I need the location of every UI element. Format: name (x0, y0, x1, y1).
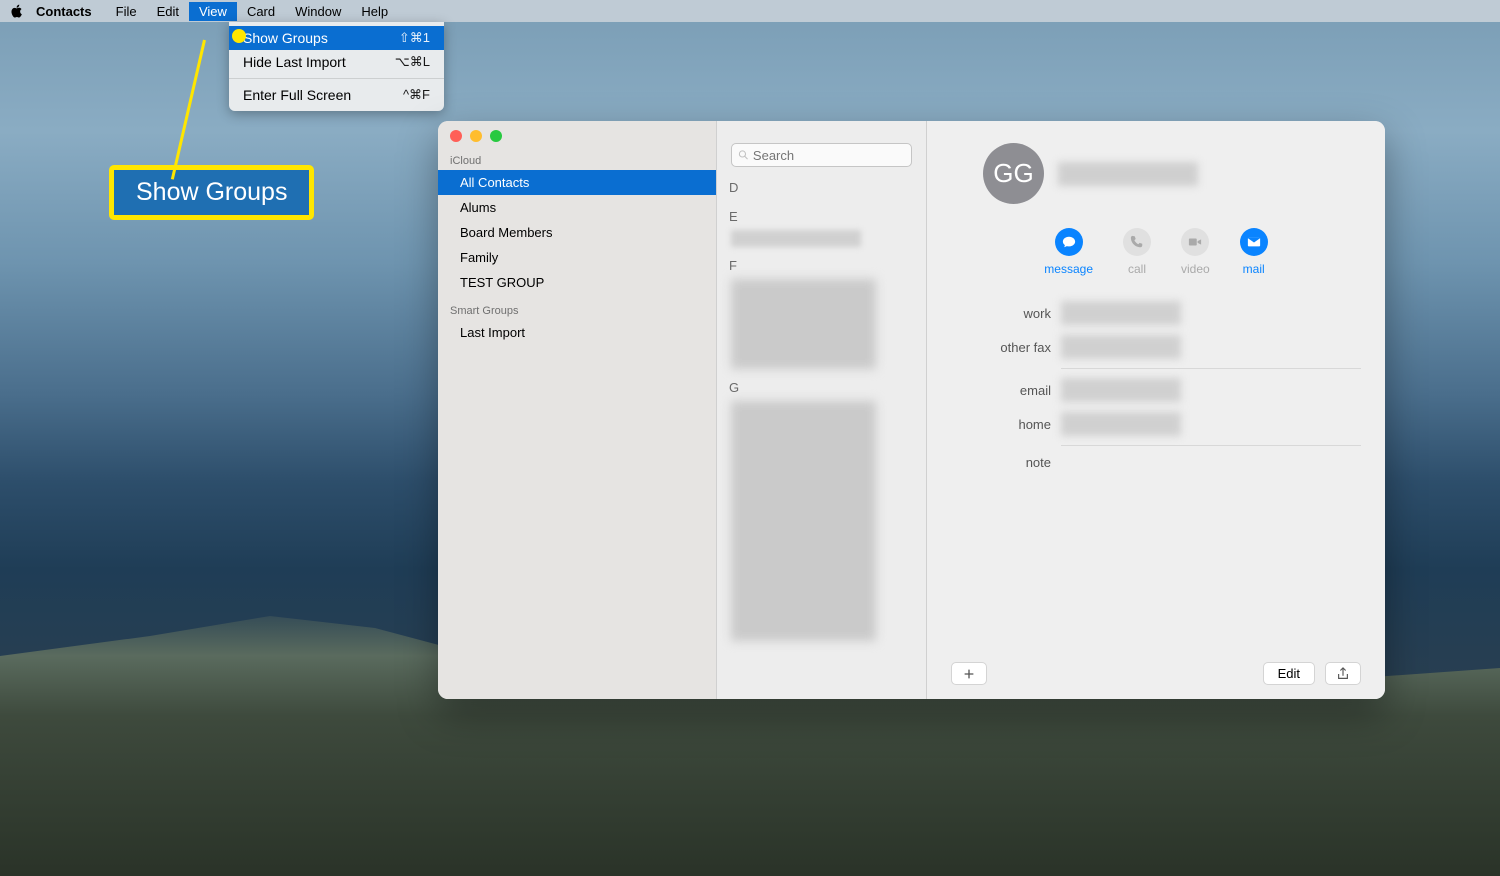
redacted-contacts-block[interactable] (731, 279, 876, 369)
menu-window[interactable]: Window (285, 2, 351, 21)
dropdown-enter-full-screen[interactable]: Enter Full Screen ^⌘F (229, 83, 444, 107)
sidebar-item-all-contacts[interactable]: All Contacts (438, 170, 716, 195)
sidebar-item-label: Alums (460, 200, 496, 215)
contacts-window: iCloud All Contacts Alums Board Members … (438, 121, 1385, 699)
search-input[interactable] (753, 148, 905, 163)
section-letter-f: F (717, 255, 926, 276)
groups-sidebar: iCloud All Contacts Alums Board Members … (438, 121, 717, 699)
sidebar-item-family[interactable]: Family (438, 245, 716, 270)
field-label-work: work (951, 306, 1051, 321)
redacted-field-value (1061, 335, 1181, 359)
annotation-dot (232, 29, 246, 43)
action-label: message (1044, 262, 1093, 276)
sidebar-item-label: TEST GROUP (460, 275, 544, 290)
menu-file[interactable]: File (106, 2, 147, 21)
contact-detail: GG message call video mail (927, 121, 1385, 699)
call-icon (1123, 228, 1151, 256)
dropdown-item-label: Hide Last Import (243, 54, 346, 70)
field-label-email: email (951, 383, 1051, 398)
sidebar-item-label: Last Import (460, 325, 525, 340)
dropdown-show-groups[interactable]: Show Groups ⇧⌘1 (229, 26, 444, 50)
dropdown-hide-last-import[interactable]: Hide Last Import ⌥⌘L (229, 50, 444, 74)
redacted-field-value (1061, 378, 1181, 402)
minimize-button[interactable] (470, 130, 482, 142)
field-separator (1061, 368, 1361, 369)
action-video[interactable]: video (1181, 228, 1210, 276)
view-dropdown: Show Groups ⇧⌘1 Hide Last Import ⌥⌘L Ent… (229, 22, 444, 111)
share-icon (1336, 667, 1350, 681)
sidebar-item-alums[interactable]: Alums (438, 195, 716, 220)
sidebar-item-label: Board Members (460, 225, 552, 240)
sidebar-header-icloud: iCloud (438, 151, 716, 170)
menu-view[interactable]: View (189, 2, 237, 21)
action-row: message call video mail (951, 228, 1361, 276)
desktop-background: Contacts File Edit View Card Window Help… (0, 0, 1500, 876)
sidebar-item-label: Family (460, 250, 498, 265)
annotation-callout: Show Groups (109, 165, 314, 220)
dropdown-item-shortcut: ⇧⌘1 (399, 30, 430, 46)
action-message[interactable]: message (1044, 228, 1093, 276)
sidebar-header-smart-groups: Smart Groups (438, 301, 716, 320)
menu-edit[interactable]: Edit (147, 2, 189, 21)
app-name[interactable]: Contacts (36, 4, 92, 19)
annotation-label: Show Groups (136, 178, 287, 206)
action-mail[interactable]: mail (1240, 228, 1268, 276)
video-icon (1181, 228, 1209, 256)
plus-icon (962, 667, 976, 681)
redacted-contact[interactable] (731, 230, 861, 247)
bottom-bar: Edit (927, 662, 1385, 685)
avatar[interactable]: GG (983, 143, 1044, 204)
menu-help[interactable]: Help (351, 2, 398, 21)
section-letter-d: D (717, 177, 926, 198)
section-letter-e: E (717, 206, 926, 227)
dropdown-item-shortcut: ^⌘F (403, 87, 430, 103)
message-icon (1055, 228, 1083, 256)
dropdown-item-shortcut: ⌥⌘L (395, 54, 430, 70)
traffic-lights (450, 130, 502, 142)
share-button[interactable] (1325, 662, 1361, 685)
menu-card[interactable]: Card (237, 2, 285, 21)
action-call[interactable]: call (1123, 228, 1151, 276)
section-letter-g: G (717, 377, 926, 398)
field-label-note: note (951, 455, 1051, 470)
contact-list: D E F G (717, 121, 927, 699)
field-separator (1061, 445, 1361, 446)
dropdown-separator (229, 78, 444, 79)
dropdown-item-label: Enter Full Screen (243, 87, 351, 103)
edit-button[interactable]: Edit (1263, 662, 1315, 685)
redacted-field-value (1061, 301, 1181, 325)
redacted-contacts-block[interactable] (731, 401, 876, 641)
sidebar-item-test-group[interactable]: TEST GROUP (438, 270, 716, 295)
redacted-name (1058, 162, 1198, 186)
add-contact-button[interactable] (951, 662, 987, 685)
dropdown-item-label: Show Groups (243, 30, 328, 46)
apple-icon[interactable] (10, 4, 24, 18)
close-button[interactable] (450, 130, 462, 142)
action-label: call (1128, 262, 1146, 276)
field-label-home: home (951, 417, 1051, 432)
redacted-field-value (1061, 412, 1181, 436)
annotation-line (171, 40, 206, 180)
action-label: mail (1243, 262, 1265, 276)
field-label-other-fax: other fax (951, 340, 1051, 355)
edit-button-label: Edit (1278, 666, 1300, 681)
search-icon (738, 149, 749, 161)
action-label: video (1181, 262, 1210, 276)
maximize-button[interactable] (490, 130, 502, 142)
sidebar-item-label: All Contacts (460, 175, 529, 190)
menubar: Contacts File Edit View Card Window Help (0, 0, 1500, 22)
sidebar-item-last-import[interactable]: Last Import (438, 320, 716, 345)
avatar-initials: GG (993, 158, 1033, 189)
search-box[interactable] (731, 143, 912, 167)
mail-icon (1240, 228, 1268, 256)
sidebar-item-board-members[interactable]: Board Members (438, 220, 716, 245)
